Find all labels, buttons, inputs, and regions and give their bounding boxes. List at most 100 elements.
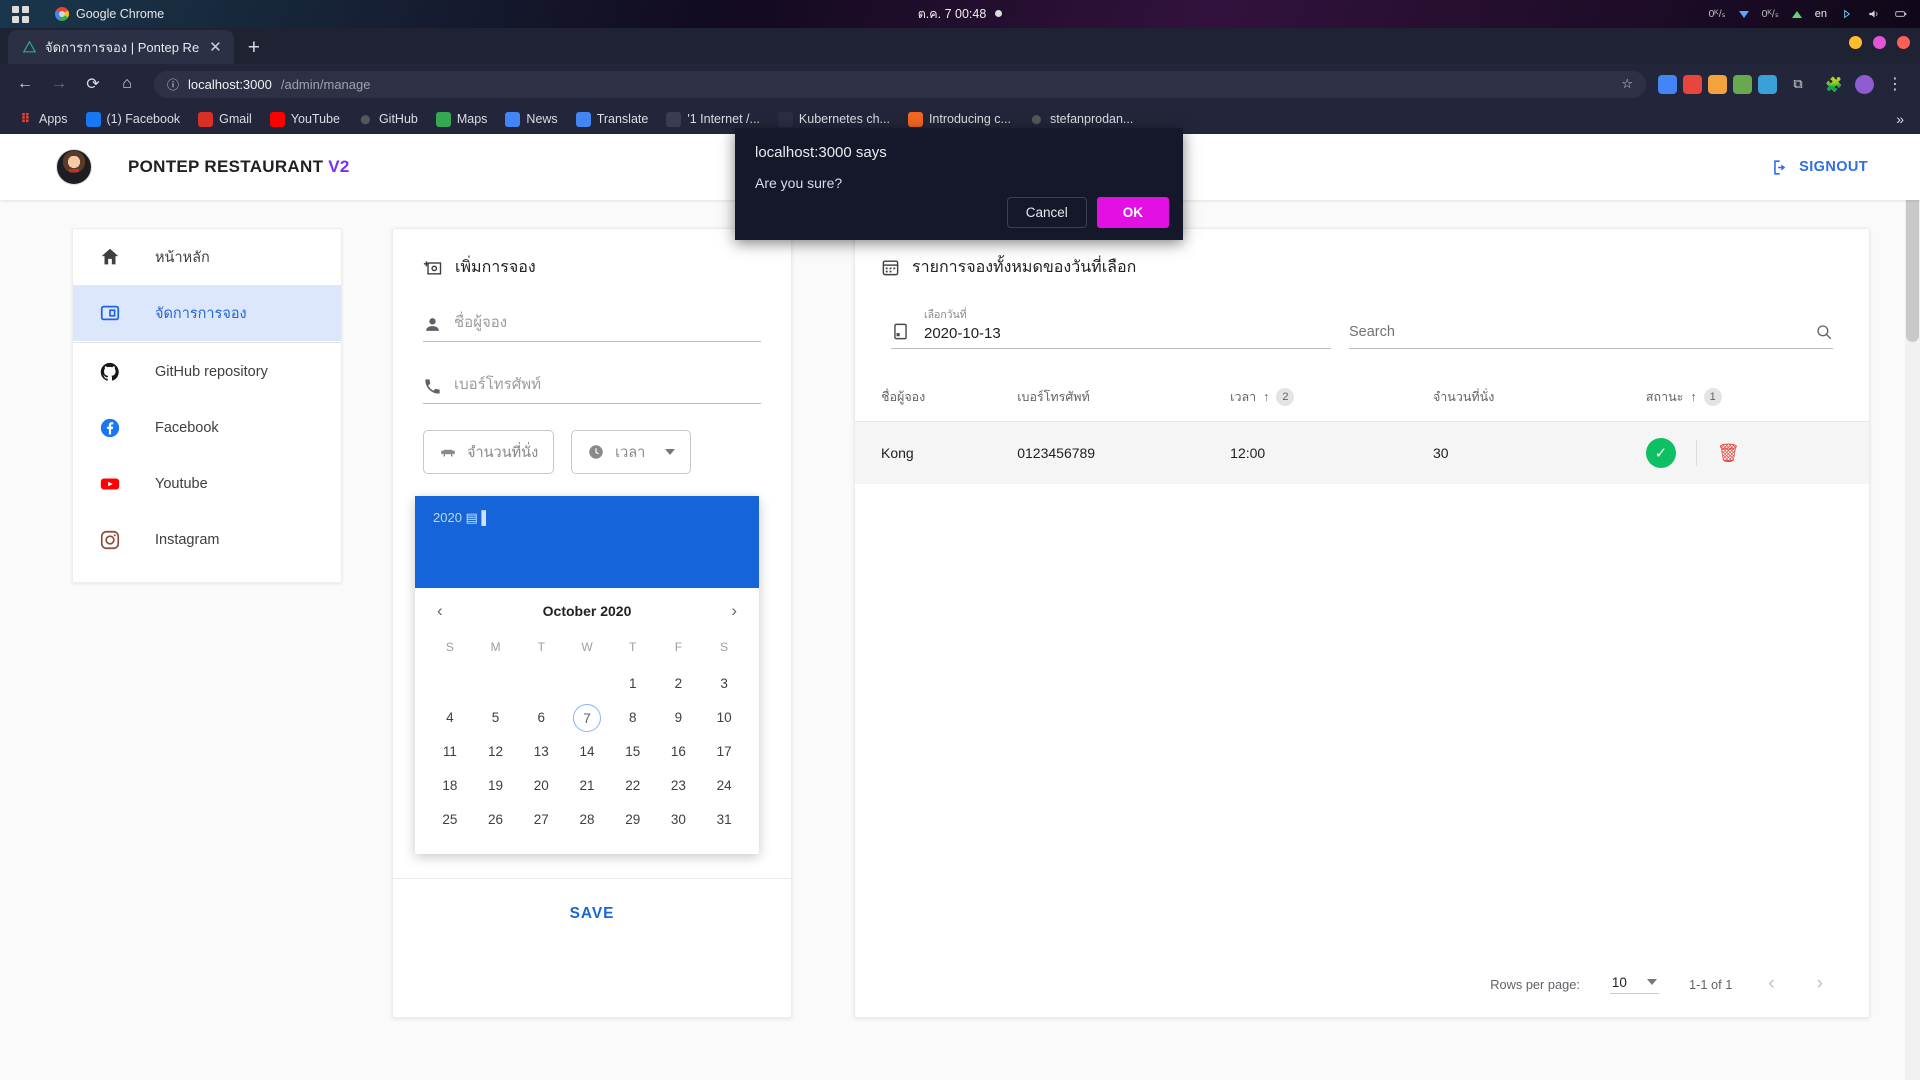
calendar-day[interactable]: 16 bbox=[656, 738, 702, 766]
bookmark-star-icon[interactable]: ☆ bbox=[1621, 76, 1633, 92]
bookmark-item[interactable]: YouTube bbox=[262, 109, 348, 130]
close-icon[interactable]: ✕ bbox=[207, 40, 224, 55]
calendar-day[interactable]: 22 bbox=[610, 772, 656, 800]
arrow-right-icon[interactable]: → bbox=[44, 69, 74, 99]
calendar-day[interactable]: 8 bbox=[610, 704, 656, 732]
extension-icon-5[interactable] bbox=[1758, 75, 1777, 94]
chrome-menu-icon[interactable]: ⋮ bbox=[1880, 69, 1910, 99]
sidebar-item-3[interactable]: Facebook bbox=[73, 400, 341, 456]
extension-icon-3[interactable] bbox=[1708, 75, 1727, 94]
sidebar-item-5[interactable]: Instagram bbox=[73, 512, 341, 568]
calendar-day[interactable]: 17 bbox=[701, 738, 747, 766]
calendar-day[interactable]: 30 bbox=[656, 806, 702, 834]
cancel-button[interactable]: Cancel bbox=[1007, 197, 1087, 228]
bluetooth-icon[interactable] bbox=[1840, 8, 1854, 20]
calendar-day[interactable]: 23 bbox=[656, 772, 702, 800]
calendar-icon[interactable] bbox=[891, 322, 910, 341]
signout-button[interactable]: SIGNOUT bbox=[1771, 158, 1868, 177]
booker-name-field[interactable]: ชื่อผู้จอง bbox=[423, 310, 761, 342]
save-button[interactable]: SAVE bbox=[570, 905, 615, 923]
table-column-header[interactable]: สถานะ↑1 bbox=[1646, 375, 1869, 422]
sort-arrow-icon[interactable]: ↑ bbox=[1690, 390, 1696, 404]
date-filter[interactable]: เลือกวันที่ 2020-10-13 bbox=[891, 306, 1331, 349]
calendar-day[interactable]: 4 bbox=[427, 704, 473, 732]
time-selector[interactable]: เวลา bbox=[571, 430, 691, 474]
bookmark-item[interactable]: ⠿Apps bbox=[10, 109, 76, 130]
sidebar-item-1[interactable]: จัดการการจอง bbox=[73, 285, 341, 341]
calendar-day[interactable]: 9 bbox=[656, 704, 702, 732]
bookmark-item[interactable]: Translate bbox=[568, 109, 657, 130]
search-field[interactable]: Search bbox=[1349, 323, 1833, 349]
sidebar-item-2[interactable]: GitHub repository bbox=[73, 344, 341, 400]
search-input[interactable]: Search bbox=[1349, 324, 1395, 340]
bookmark-item[interactable]: (1) Facebook bbox=[78, 109, 189, 130]
table-column-header[interactable]: เวลา↑2 bbox=[1230, 375, 1433, 422]
calendar-day[interactable]: 26 bbox=[473, 806, 519, 834]
home-icon[interactable]: ⌂ bbox=[112, 69, 142, 99]
os-active-window[interactable]: Google Chrome bbox=[55, 7, 164, 21]
extension-icon-2[interactable] bbox=[1683, 75, 1702, 94]
chevron-right-icon[interactable]: › bbox=[731, 601, 737, 621]
bookmark-item[interactable]: Gmail bbox=[190, 109, 260, 130]
seats-selector[interactable]: จำนวนที่นั่ง bbox=[423, 430, 554, 474]
bookmarks-overflow-button[interactable]: » bbox=[1896, 111, 1910, 127]
bookmark-item[interactable]: Kubernetes ch... bbox=[770, 109, 898, 130]
calendar-day[interactable]: 25 bbox=[427, 806, 473, 834]
bookmark-item[interactable]: Introducing c... bbox=[900, 109, 1019, 130]
phone-field[interactable]: เบอร์โทรศัพท์ bbox=[423, 372, 761, 404]
trash-icon[interactable]: 🗑 bbox=[1717, 443, 1740, 464]
page-scrollbar[interactable] bbox=[1905, 134, 1920, 1080]
calendar-day[interactable]: 12 bbox=[473, 738, 519, 766]
calendar-day[interactable]: 6 bbox=[518, 704, 564, 732]
calendar-day[interactable]: 24 bbox=[701, 772, 747, 800]
minimize-button[interactable] bbox=[1849, 36, 1862, 49]
check-circle-icon[interactable]: ✓ bbox=[1646, 438, 1676, 468]
search-icon[interactable] bbox=[1815, 323, 1833, 341]
calendar-day[interactable]: 19 bbox=[473, 772, 519, 800]
keyboard-layout[interactable]: en bbox=[1815, 8, 1827, 20]
reload-icon[interactable]: ⟳ bbox=[78, 69, 108, 99]
extension-icon-1[interactable] bbox=[1658, 75, 1677, 94]
calendar-day[interactable]: 15 bbox=[610, 738, 656, 766]
bookmark-item[interactable]: '1 Internet /... bbox=[658, 109, 768, 130]
chevron-left-icon[interactable]: ‹ bbox=[437, 601, 443, 621]
chevron-down-icon[interactable] bbox=[665, 449, 675, 455]
info-circle-icon[interactable]: ⓘ bbox=[167, 76, 179, 93]
calendar-day[interactable]: 18 bbox=[427, 772, 473, 800]
bookmark-item[interactable]: ⬤stefanprodan... bbox=[1021, 109, 1141, 130]
calendar-day[interactable]: 21 bbox=[564, 772, 610, 800]
maximize-button[interactable] bbox=[1873, 36, 1886, 49]
table-row[interactable]: Kong012345678912:0030✓🗑 bbox=[855, 422, 1869, 485]
calendar-day[interactable]: 13 bbox=[518, 738, 564, 766]
date-filter-value[interactable]: 2020-10-13 bbox=[924, 325, 1001, 342]
calendar-day[interactable]: 3 bbox=[701, 670, 747, 698]
date-picker-month-label[interactable]: October 2020 bbox=[543, 603, 632, 619]
calendar-day[interactable]: 14 bbox=[564, 738, 610, 766]
rows-per-page-select[interactable]: 10 bbox=[1610, 975, 1659, 994]
sidebar-item-0[interactable]: หน้าหลัก bbox=[73, 229, 341, 285]
address-bar[interactable]: ⓘ localhost:3000/admin/manage ☆ bbox=[154, 71, 1646, 98]
calendar-day[interactable]: 31 bbox=[701, 806, 747, 834]
table-column-header[interactable]: เบอร์โทรศัพท์ bbox=[1017, 375, 1230, 422]
sort-arrow-icon[interactable]: ↑ bbox=[1263, 390, 1269, 404]
calendar-day[interactable]: 29 bbox=[610, 806, 656, 834]
ok-button[interactable]: OK bbox=[1097, 197, 1169, 228]
calendar-day[interactable]: 11 bbox=[427, 738, 473, 766]
calendar-day[interactable]: 1 bbox=[610, 670, 656, 698]
calendar-day[interactable]: 2 bbox=[656, 670, 702, 698]
browser-tab[interactable]: จัดการการจอง | Pontep Re ✕ bbox=[8, 30, 234, 64]
calendar-day[interactable]: 20 bbox=[518, 772, 564, 800]
calendar-day[interactable]: 27 bbox=[518, 806, 564, 834]
calendar-day[interactable]: 5 bbox=[473, 704, 519, 732]
cast-icon[interactable]: ⧉ bbox=[1783, 69, 1813, 99]
table-column-header[interactable]: จำนวนที่นั่ง bbox=[1433, 375, 1646, 422]
bookmark-item[interactable]: Maps bbox=[428, 109, 496, 130]
profile-avatar-icon[interactable] bbox=[1855, 75, 1874, 94]
volume-icon[interactable] bbox=[1867, 8, 1881, 20]
bookmark-item[interactable]: ⬤GitHub bbox=[350, 109, 426, 130]
bookmark-item[interactable]: News bbox=[497, 109, 565, 130]
close-window-button[interactable] bbox=[1897, 36, 1910, 49]
pagination-prev-button[interactable]: ‹ bbox=[1762, 973, 1780, 995]
arrow-left-icon[interactable]: ← bbox=[10, 69, 40, 99]
calendar-day[interactable]: 10 bbox=[701, 704, 747, 732]
